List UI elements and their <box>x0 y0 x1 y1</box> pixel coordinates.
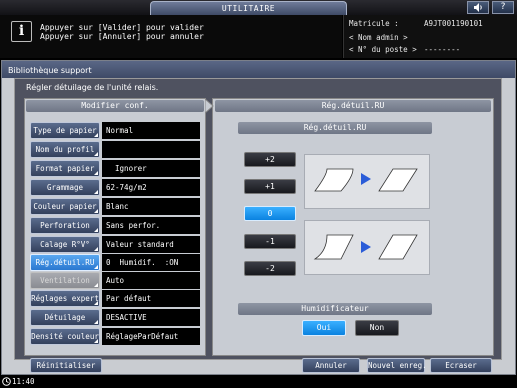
setting-button-9[interactable]: Réglages expert <box>30 290 100 307</box>
dialog-subtitle: Régler détuilage de l'unité relais. <box>26 83 159 92</box>
setting-button-5[interactable]: Perforation <box>30 217 100 234</box>
station-label[interactable]: < N° du poste > <box>349 45 417 54</box>
corner-marker-icon <box>94 133 98 137</box>
app-title-tab: UTILITAIRE <box>150 1 347 15</box>
status-bar <box>0 375 517 388</box>
panel-arrow-icon <box>205 99 214 113</box>
setting-button-7[interactable]: Rég.détuil.RU <box>30 254 100 271</box>
station-value: -------- <box>424 45 461 54</box>
corner-marker-icon <box>94 228 98 232</box>
adjust-button-2[interactable]: 0 <box>244 206 296 221</box>
message-line-1: Appuyer sur [Valider] pour valider <box>40 23 204 32</box>
speaker-icon <box>474 3 482 12</box>
setting-value-4: Blanc <box>102 198 200 215</box>
corner-marker-icon <box>94 171 98 175</box>
setting-button-label: Grammage <box>46 183 84 192</box>
setting-button-3[interactable]: Grammage <box>30 179 100 196</box>
setting-button-label: Type de papier <box>33 126 97 135</box>
corner-marker-icon <box>94 247 98 251</box>
setting-button-1[interactable]: Nom du profil <box>30 141 100 158</box>
corner-marker-icon <box>94 301 98 305</box>
adjust-button-4[interactable]: -2 <box>244 261 296 276</box>
setting-button-label: Réglages expert <box>31 294 99 303</box>
corner-marker-icon <box>94 209 98 213</box>
message-line-2: Appuyer sur [Annuler] pour annuler <box>40 32 204 41</box>
setting-button-11[interactable]: Densité couleur <box>30 328 100 345</box>
setting-value-11: RéglageParDéfaut <box>102 328 200 345</box>
status-time: 11:40 <box>12 377 35 386</box>
paper-curl-up-icon <box>314 168 418 192</box>
matricule-label: Matricule : <box>349 19 399 28</box>
paper-curl-down-icon <box>313 234 418 260</box>
setting-button-label: Ventilation <box>40 276 90 285</box>
corner-marker-icon <box>94 190 98 194</box>
curl-up-diagram <box>304 154 430 209</box>
overwrite-button[interactable]: Ecraser <box>430 358 492 373</box>
corner-marker-icon <box>94 265 98 269</box>
settings-panel-header: Modifier conf. <box>26 100 204 112</box>
admin-name-label[interactable]: < Nom admin > <box>349 33 408 42</box>
adjust-panel-header: Rég.détuil.RU <box>215 100 491 112</box>
setting-button-label: Couleur papier <box>33 202 97 211</box>
corner-marker-icon <box>94 283 98 287</box>
setting-value-3: 62-74g/m2 <box>102 179 200 196</box>
setting-value-0: Normal <box>102 122 200 139</box>
setting-value-6: Valeur standard <box>102 236 200 253</box>
adjust-button-3[interactable]: -1 <box>244 234 296 249</box>
new-save-button[interactable]: Nouvel enreg. <box>367 358 427 373</box>
help-button[interactable]: ? <box>492 1 514 14</box>
setting-value-7: 0 Humidif. :ON <box>102 254 200 271</box>
speaker-button[interactable] <box>467 1 489 14</box>
setting-button-10[interactable]: Détuilage <box>30 309 100 326</box>
setting-value-5: Sans perfor. <box>102 217 200 234</box>
adjust-button-1[interactable]: +1 <box>244 179 296 194</box>
setting-button-4[interactable]: Couleur papier <box>30 198 100 215</box>
setting-button-0[interactable]: Type de papier <box>30 122 100 139</box>
matricule-value: A9JT001190101 <box>424 19 483 28</box>
setting-button-2[interactable]: Format papier <box>30 160 100 177</box>
setting-button-6[interactable]: Calage R°V° <box>30 236 100 253</box>
setting-value-8: Auto <box>102 272 200 289</box>
dialog-title: Bibliothèque support <box>8 66 92 75</box>
setting-button-8: Ventilation <box>30 272 100 289</box>
setting-value-9: Par défaut <box>102 290 200 307</box>
info-icon: i <box>11 21 32 42</box>
humidifier-yes-button[interactable]: Oui <box>302 320 346 336</box>
setting-button-label: Format papier <box>35 164 95 173</box>
corner-marker-icon <box>94 320 98 324</box>
corner-marker-icon <box>94 339 98 343</box>
setting-value-1 <box>102 141 200 158</box>
humidifier-no-button[interactable]: Non <box>355 320 399 336</box>
setting-button-label: Perforation <box>40 221 90 230</box>
setting-value-2: Ignorer <box>102 160 200 177</box>
clock-icon <box>2 377 11 386</box>
setting-button-label: Nom du profil <box>35 145 95 154</box>
corner-marker-icon <box>94 152 98 156</box>
setting-button-label: Densité couleur <box>31 332 99 341</box>
humidifier-header: Humidificateur <box>238 303 432 315</box>
setting-value-10: DESACTIVE <box>102 309 200 326</box>
setting-button-label: Détuilage <box>44 313 86 322</box>
adjust-subheader: Rég.détuil.RU <box>238 122 432 134</box>
reset-button[interactable]: Réinitialiser <box>30 358 102 373</box>
adjust-button-0[interactable]: +2 <box>244 152 296 167</box>
cancel-button[interactable]: Annuler <box>302 358 360 373</box>
setting-button-label: Rég.détuil.RU <box>35 258 95 267</box>
curl-down-diagram <box>304 220 430 275</box>
setting-button-label: Calage R°V° <box>40 240 90 249</box>
